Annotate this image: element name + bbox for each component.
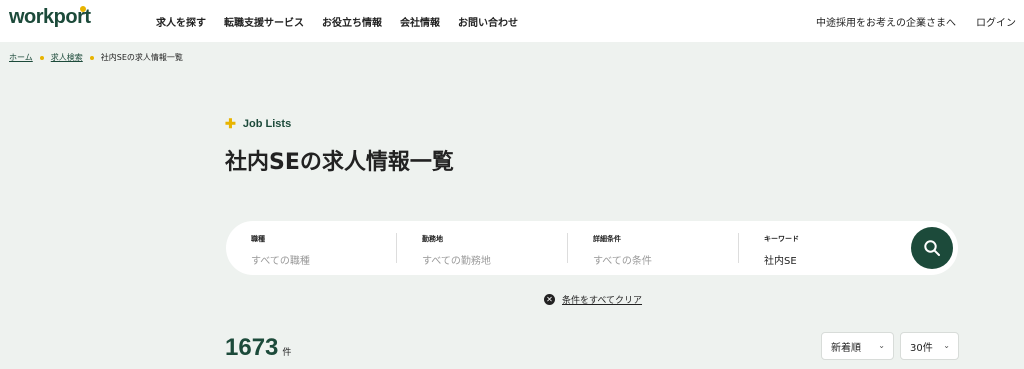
sort-select-value: 新着順 [831,342,861,354]
sort-select[interactable]: 新着順 ⌄ [821,332,894,360]
per-page-select[interactable]: 30件 ⌄ [900,332,959,360]
keyword-label: キーワード [764,235,799,243]
chevron-down-icon: ⌄ [878,341,885,350]
location-value: すべての勤務地 [422,256,491,267]
header-right: 中途採用をお考えの企業さまへ ログイン [796,0,1016,42]
nav-item-find-jobs[interactable]: 求人を探す [156,14,206,29]
search-bar: 職種 すべての職種 勤務地 すべての勤務地 詳細条件 すべての条件 キーワード … [226,221,958,275]
chevron-down-icon: ⌄ [943,341,950,350]
eyebrow-label: Job Lists [242,117,292,130]
clear-conditions-label: 条件をすべてクリア [562,296,643,306]
job-type-value: すべての職種 [251,256,310,267]
logo[interactable]: workport [9,6,91,29]
login-link[interactable]: ログイン [976,14,1016,29]
plus-icon: ✚ [225,116,236,131]
result-count-unit: 件 [282,348,292,358]
nav-item-career-support[interactable]: 転職支援サービス [224,14,304,29]
field-divider [738,233,739,263]
nav-item-company-info[interactable]: 会社情報 [400,14,440,29]
employer-link[interactable]: 中途採用をお考えの企業さまへ [816,14,956,29]
breadcrumb: ホーム 求人検索 社内SEの求人情報一覧 [9,52,183,63]
field-divider [396,233,397,263]
job-type-field[interactable]: 職種 すべての職種 [251,221,396,275]
keyword-input[interactable]: 社内SE [764,252,904,267]
conditions-field[interactable]: 詳細条件 すべての条件 [593,221,738,275]
section-eyebrow: ✚ Job Lists [225,117,291,130]
keyword-field[interactable]: キーワード 社内SE [764,221,904,275]
per-page-select-value: 30件 [910,342,933,354]
breadcrumb-current: 社内SEの求人情報一覧 [100,53,183,62]
site-header: workport 求人を探す 転職支援サービス お役立ち情報 会社情報 お問い合… [0,0,1024,42]
breadcrumb-separator [39,55,44,60]
page-title: 社内SEの求人情報一覧 [225,150,454,175]
nav-item-contact[interactable]: お問い合わせ [458,14,518,29]
job-type-label: 職種 [251,235,265,243]
logo-dot [80,6,86,12]
main-nav: 求人を探す 転職支援サービス お役立ち情報 会社情報 お問い合わせ [156,0,536,42]
field-divider [567,233,568,263]
location-field[interactable]: 勤務地 すべての勤務地 [422,221,567,275]
search-icon [924,240,940,256]
breadcrumb-separator [89,55,94,60]
breadcrumb-job-search[interactable]: 求人検索 [51,52,83,63]
nav-item-useful-info[interactable]: お役立ち情報 [322,14,382,29]
clear-conditions-button[interactable]: ✕ 条件をすべてクリア [544,293,642,306]
result-count-number: 1673 [225,334,279,361]
breadcrumb-home[interactable]: ホーム [9,52,33,63]
search-button[interactable] [911,227,953,269]
location-label: 勤務地 [422,235,443,243]
conditions-value: すべての条件 [593,256,652,267]
close-circle-icon: ✕ [544,294,555,305]
conditions-label: 詳細条件 [593,235,621,243]
result-count: 1673 件 [225,334,291,362]
